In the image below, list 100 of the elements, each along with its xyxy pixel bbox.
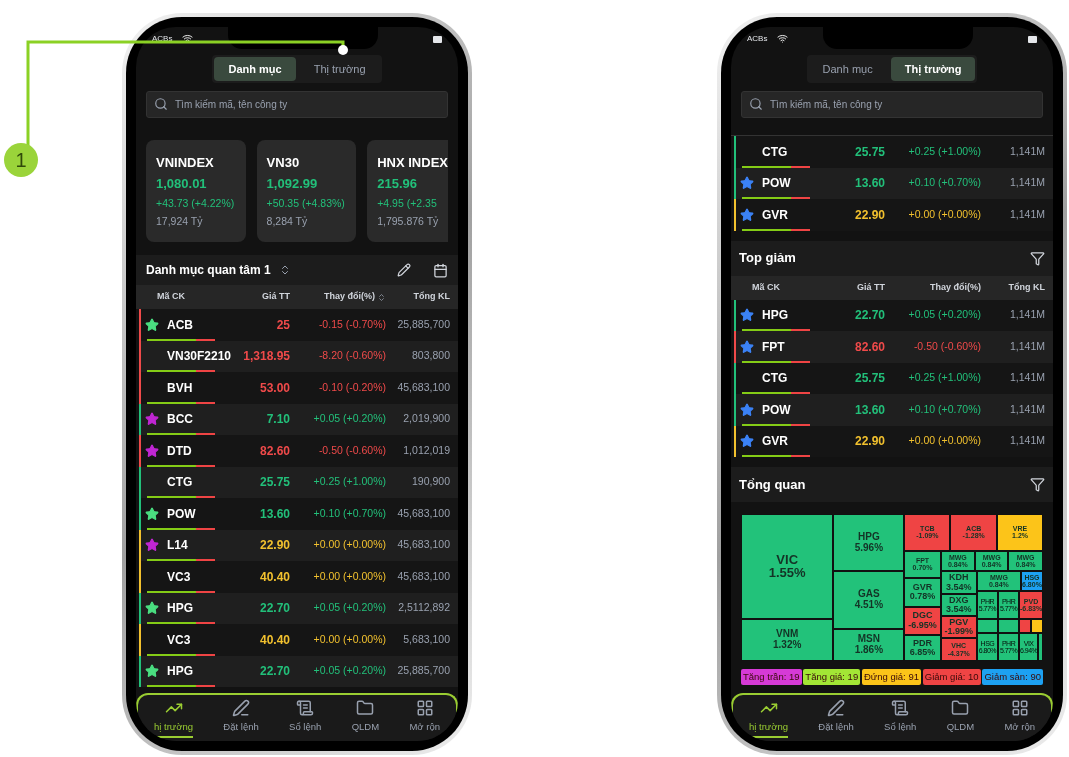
column-header: Tổng KL [413, 290, 450, 304]
treemap-tile[interactable]: GVR 0.78% [904, 577, 941, 607]
index-change: +50.35 (+4.83%) [266, 195, 346, 211]
price-change: +0.25 (+1.00%) [907, 370, 981, 386]
sort-icon[interactable] [377, 292, 386, 302]
star-icon[interactable] [740, 402, 754, 417]
price-change: +0.05 (+0.20%) [312, 600, 386, 616]
stock-symbol: VN30F2210 [167, 348, 232, 366]
volume: 2,019,900 [402, 411, 450, 427]
receipt-icon [296, 699, 315, 717]
stock-row[interactable]: CTG 25.75 +0.25 (+1.00%) 190,900 [139, 466, 458, 498]
index-value: 1,080.01 [156, 175, 208, 194]
stock-row[interactable]: VN30F2210 1,318.95 -8.20 (-0.60%) 803,800 [139, 340, 458, 372]
edit-icon[interactable] [397, 263, 411, 277]
tab[interactable]: Danh mục [808, 57, 887, 81]
treemap-tile[interactable] [1038, 633, 1043, 661]
section-title: Tổng quan [739, 475, 806, 494]
price-change: -0.15 (-0.70%) [317, 316, 386, 332]
stock-row[interactable]: POW 13.60 +0.10 (+0.70%) 1,141M [734, 167, 1053, 199]
filter-icon[interactable] [1030, 477, 1045, 492]
star-icon[interactable] [740, 207, 754, 222]
star-icon[interactable] [145, 317, 159, 332]
star-icon[interactable] [145, 538, 159, 553]
nav-item[interactable]: QLDM [351, 699, 380, 737]
stock-row[interactable]: BCC 7.10 +0.05 (+0.20%) 2,019,900 [139, 403, 458, 435]
stock-row[interactable]: HPG 22.70 +0.05 (+0.20%) 2,5112,892 [139, 592, 458, 624]
price: 40.40 [258, 631, 290, 649]
index-card[interactable]: VNINDEX 1,080.01 +43.73 (+4.22%) 17,924 Tỷ [146, 140, 246, 242]
stock-symbol: GVR [762, 433, 789, 451]
range-bar [742, 165, 810, 168]
treemap-tile[interactable]: MSN 1.86% [833, 628, 905, 661]
stock-symbol: FPT [762, 338, 786, 356]
price: 22.90 [258, 537, 290, 555]
stock-symbol: CTG [762, 143, 789, 161]
price-change: -0.50 (-0.60%) [317, 442, 386, 458]
range-bar [742, 360, 810, 363]
treemap-tile[interactable]: VNM 1.32% [741, 618, 834, 661]
treemap-tile[interactable] [976, 619, 998, 634]
star-icon[interactable] [145, 664, 159, 679]
tab[interactable]: Thị trường [299, 57, 380, 81]
tab[interactable]: Thị trường [890, 57, 976, 81]
price-change: +0.05 (+0.20%) [907, 307, 981, 323]
volume: 1,141M [1008, 370, 1045, 386]
star-icon[interactable] [145, 506, 159, 521]
index-card[interactable]: HNX INDEX 215.96 +4.95 (+2.35 1,795.876 Tỷ [367, 140, 448, 242]
treemap-tile[interactable]: DGC -6.95% [904, 606, 941, 635]
volume: 1,141M [1008, 143, 1045, 159]
star-icon[interactable] [740, 339, 754, 354]
star-icon[interactable] [145, 601, 159, 616]
stock-row[interactable]: HPG 22.70 +0.05 (+0.20%) 25,885,700 [139, 655, 458, 687]
price-change: -0.50 (-0.60%) [912, 338, 981, 354]
price: 53.00 [258, 379, 290, 397]
nav-item[interactable]: QLDM [946, 699, 975, 737]
treemap-tile[interactable]: DXG 3.54% [940, 594, 977, 617]
price: 22.70 [853, 307, 885, 325]
volume: 1,141M [1008, 338, 1045, 354]
volume: 1,012,019 [402, 442, 450, 458]
carrier-name: ACBs [152, 33, 173, 45]
star-icon[interactable] [145, 412, 159, 427]
treemap-tile[interactable] [1019, 619, 1032, 634]
nav-item[interactable]: Sổ lệnh [884, 699, 917, 737]
star-icon[interactable] [740, 308, 754, 323]
search-field[interactable]: Tìm kiếm mã, tên công ty [741, 91, 1043, 118]
filter-icon[interactable] [1030, 250, 1045, 266]
price-change: +0.00 (+0.00%) [907, 433, 981, 449]
calendar-icon[interactable] [433, 262, 448, 278]
nav-item[interactable]: hị trường [749, 699, 788, 739]
folder-icon [951, 699, 970, 717]
index-card[interactable]: VN30 1,092.99 +50.35 (+4.83%) 8,284 Tỷ [256, 140, 357, 242]
nav-item[interactable]: Đặt lệnh [818, 699, 854, 737]
nav-item[interactable]: Mở rộn [409, 699, 440, 737]
index-turnover: 17,924 Tỷ [156, 213, 204, 229]
stock-row[interactable]: L14 22.90 +0.00 (+0.00%) 45,683,100 [139, 529, 458, 561]
tab[interactable]: Danh mục [214, 57, 296, 81]
treemap-tile[interactable]: GAS 4.51% [833, 571, 905, 629]
nav-item[interactable]: Đặt lệnh [223, 699, 259, 737]
star-icon[interactable] [145, 443, 159, 458]
volume: 45,683,100 [396, 379, 450, 395]
column-header: Mã CK [157, 290, 185, 304]
nav-item[interactable]: hị trường [154, 699, 193, 739]
index-name: VN30 [266, 153, 301, 172]
stock-symbol: CTG [762, 370, 789, 388]
treemap-tile[interactable]: PDR 6.85% [904, 634, 941, 661]
price-change: +0.10 (+0.70%) [907, 401, 981, 417]
nav-item[interactable]: Sổ lệnh [289, 699, 322, 737]
stock-row[interactable]: POW 13.60 +0.10 (+0.70%) 1,141M [734, 394, 1053, 426]
star-icon[interactable] [740, 176, 754, 191]
treemap-tile[interactable] [998, 619, 1020, 634]
treemap-tile[interactable]: KDH 3.54% [940, 571, 977, 595]
stock-row[interactable]: FPT 82.60 -0.50 (-0.60%) 1,141M [734, 331, 1053, 363]
nav-item[interactable]: Mở rộn [1004, 699, 1035, 737]
price-change: +0.25 (+1.00%) [907, 143, 981, 159]
treemap-tile[interactable] [1031, 619, 1043, 634]
star-icon[interactable] [740, 434, 754, 449]
treemap-tile[interactable]: HPG 5.96% [833, 514, 905, 572]
search-field[interactable]: Tìm kiếm mã, tên công ty [146, 91, 448, 118]
section-title: Top giảm [739, 249, 796, 268]
treemap-tile[interactable]: VIC 1.55% [741, 514, 834, 619]
treemap-tile[interactable]: PGV -1.99% [940, 616, 977, 639]
price-change: +0.05 (+0.20%) [312, 411, 386, 427]
